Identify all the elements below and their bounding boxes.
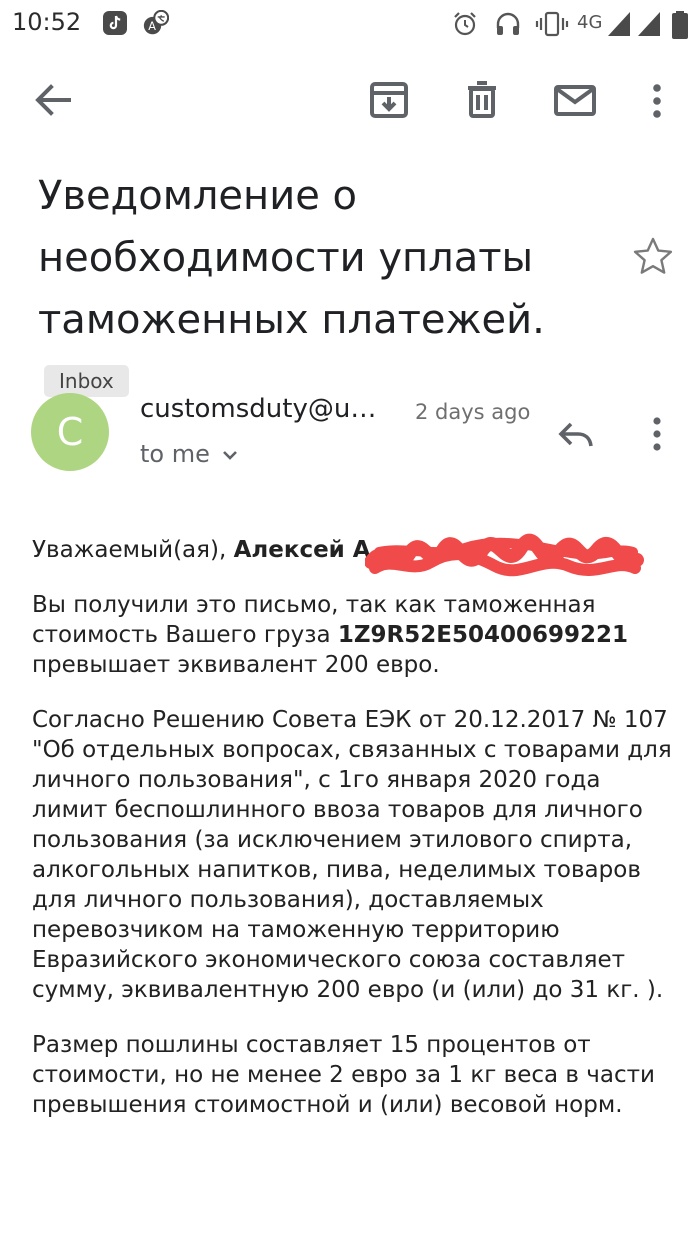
reply-icon[interactable] <box>552 410 600 458</box>
sender-avatar[interactable]: C <box>31 393 109 471</box>
battery-icon <box>672 11 688 39</box>
email-timestamp: 2 days ago <box>415 400 531 424</box>
paragraph-regulation: Согласно Решению Совета ЕЭК от 20.12.201… <box>32 707 672 1003</box>
star-icon[interactable] <box>630 234 676 280</box>
greeting-prefix: Уважаемый(ая), <box>32 537 234 563</box>
redaction-scribble <box>365 533 644 577</box>
archive-icon[interactable] <box>361 72 417 128</box>
signal-icon <box>608 12 630 36</box>
paragraph-text: превышает эквивалент 200 евро. <box>32 652 440 678</box>
paragraph-shipment: Вы получили это письмо, так как таможенн… <box>32 590 682 680</box>
subject-text: Уведомление о необходимости уплаты тамож… <box>38 173 545 343</box>
sender-email[interactable]: customsduty@u… <box>140 394 376 424</box>
alarm-icon <box>454 12 476 36</box>
network-type: 4G <box>577 12 603 33</box>
trash-icon[interactable] <box>454 72 510 128</box>
tracking-number: 1Z9R52E50400699221 <box>337 622 629 648</box>
back-arrow-icon[interactable] <box>25 72 81 128</box>
chevron-down-icon <box>222 451 237 460</box>
email-subject: Уведомление о необходимости уплаты тамож… <box>38 165 628 413</box>
recipient-name: Алексей А <box>233 537 371 563</box>
headset-icon <box>496 12 520 35</box>
tiktok-icon <box>103 11 127 35</box>
translate-icon: A <box>143 10 169 35</box>
more-vert-icon[interactable] <box>629 72 685 128</box>
recipient-toggle[interactable]: to me <box>140 440 240 468</box>
vibrate-icon <box>535 11 569 37</box>
status-bar: 10:52 A 4G <box>0 0 700 48</box>
mail-icon[interactable] <box>547 72 603 128</box>
email-body: Уважаемый(ая), Алексей А Вы получили это… <box>32 535 682 1145</box>
status-time: 10:52 <box>12 8 82 36</box>
signal-icon <box>638 12 660 36</box>
more-vert-icon[interactable] <box>636 410 678 458</box>
paragraph-duty: Размер пошлины составляет 15 процентов о… <box>32 1032 655 1118</box>
inbox-label-badge[interactable]: Inbox <box>44 365 129 397</box>
recipient-label: to me <box>140 440 210 468</box>
